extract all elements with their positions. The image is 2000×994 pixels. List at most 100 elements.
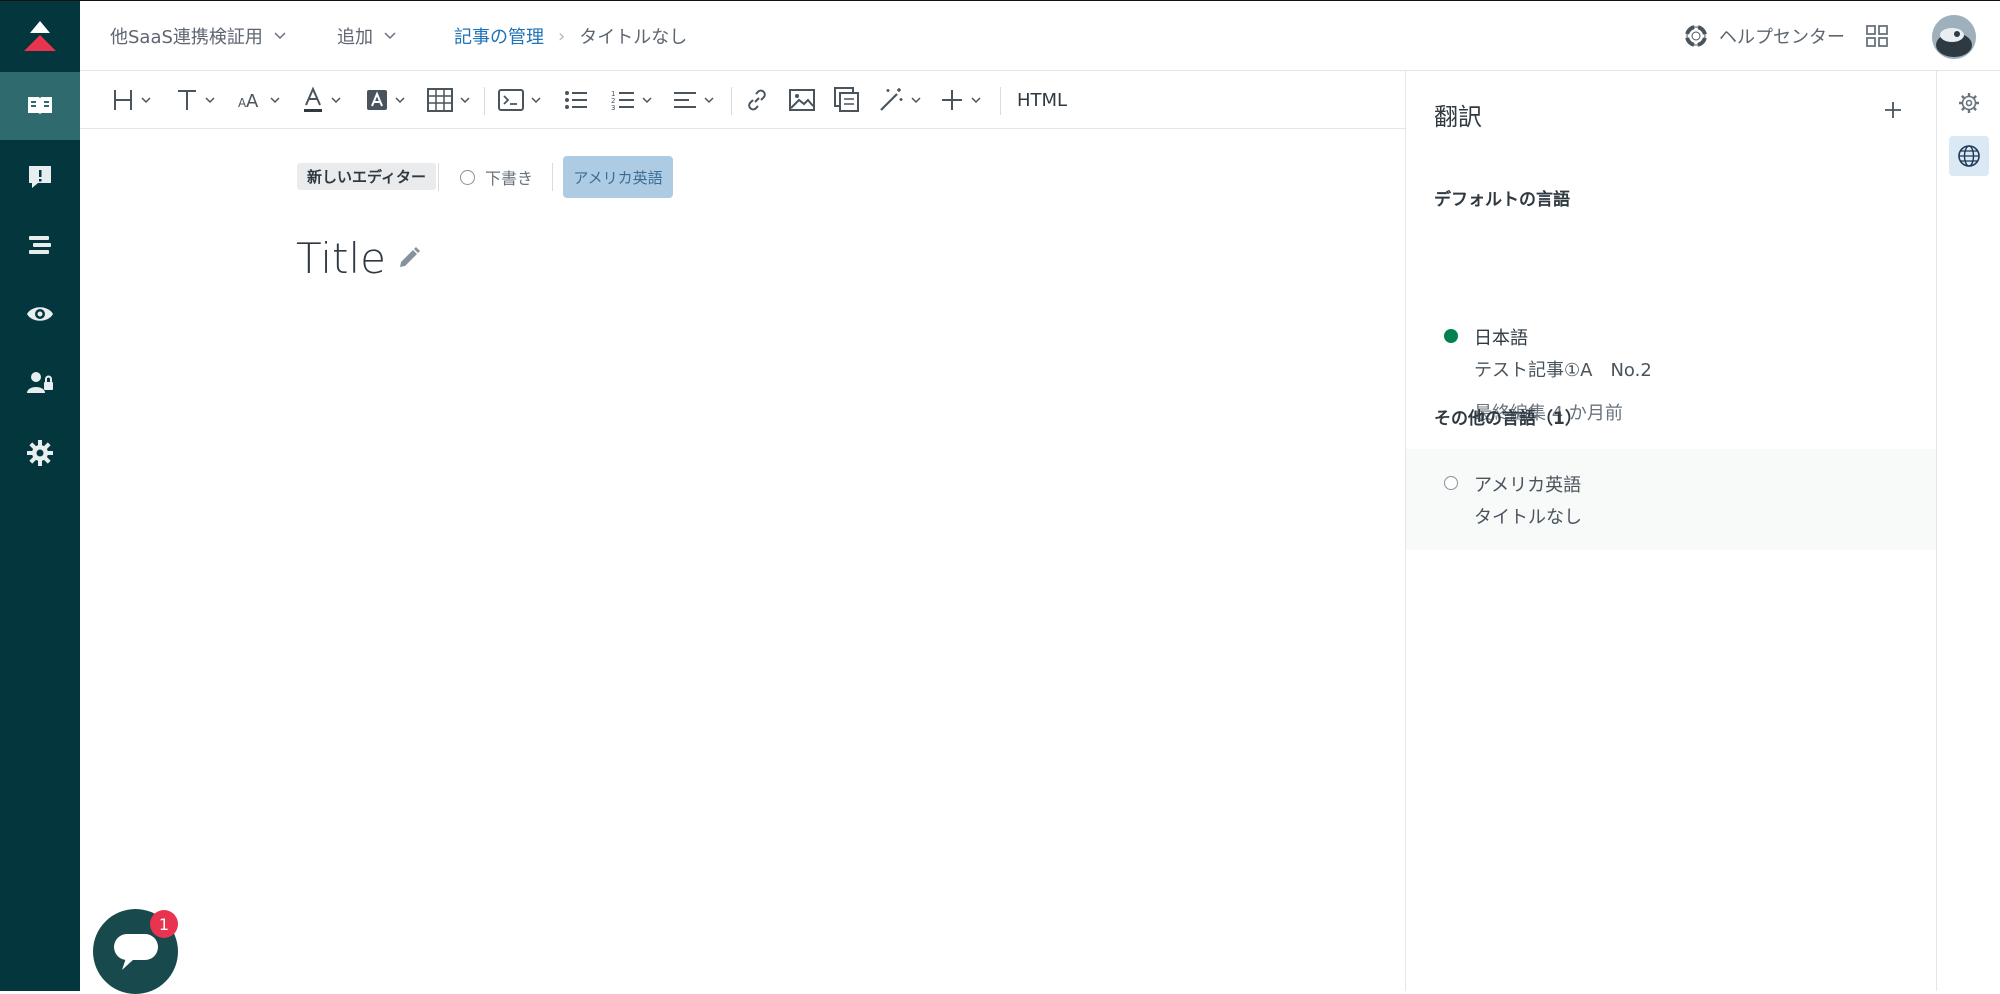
left-navigation: [0, 0, 80, 991]
article-settings-button[interactable]: [1949, 83, 1989, 123]
add-translation-plus-icon[interactable]: [1878, 95, 1908, 125]
plus-icon: [942, 90, 962, 110]
help-center-label: ヘルプセンター: [1719, 27, 1845, 48]
nav-alerts[interactable]: [0, 143, 80, 211]
nav-user-permissions[interactable]: [0, 349, 80, 417]
link-button[interactable]: [744, 71, 770, 129]
image-button[interactable]: [789, 71, 815, 129]
add-label: 追加: [337, 27, 373, 48]
code-block-dropdown[interactable]: [498, 71, 542, 129]
chevron-down-icon: [911, 97, 921, 104]
gear-outline-icon: [1959, 93, 1979, 113]
add-dropdown[interactable]: 追加: [337, 1, 397, 71]
align-left-icon: [674, 92, 696, 108]
chevron-down-icon: [205, 97, 215, 104]
breadcrumb-separator-icon: ›: [558, 25, 566, 47]
chevron-down-icon: [395, 97, 405, 104]
workspace-label: 他SaaS連携検証用: [110, 27, 263, 48]
chevron-down-icon: [270, 97, 280, 104]
draft-status-circle-icon: [460, 169, 475, 185]
nav-settings[interactable]: [0, 419, 80, 487]
translations-panel-title: 翻訳: [1434, 103, 1482, 131]
breadcrumb-current: タイトルなし: [579, 27, 688, 48]
book-icon: [28, 97, 52, 115]
magic-wand-icon: [880, 88, 903, 111]
user-lock-icon: [27, 372, 53, 393]
meta-divider: [552, 163, 553, 191]
code-block-icon: [498, 89, 524, 111]
default-language-heading: デフォルトの言語: [1434, 190, 1570, 210]
chevron-down-icon: [704, 97, 714, 104]
top-header: 他SaaS連携検証用 追加 記事の管理 › タイトルなし ヘルプセンター: [80, 0, 2000, 71]
chat-bubble-icon: [113, 933, 158, 970]
heading-dropdown[interactable]: [112, 71, 152, 129]
new-editor-badge: 新しいエディター: [297, 163, 436, 190]
insert-dropdown[interactable]: [940, 71, 982, 129]
font-size-dropdown[interactable]: AA: [237, 71, 281, 129]
text-color-dropdown[interactable]: [302, 71, 342, 129]
table-icon: [427, 88, 453, 112]
toolbar-divider: [731, 87, 732, 115]
default-language-article-title: テスト記事①A No.2: [1474, 360, 1652, 381]
numbered-list-dropdown[interactable]: 123: [611, 71, 653, 129]
article-title-field[interactable]: Title: [296, 228, 422, 288]
chevron-down-icon: [460, 97, 470, 104]
table-dropdown[interactable]: [427, 71, 471, 129]
alert-message-icon: [29, 166, 51, 188]
other-language-item[interactable]: アメリカ英語 タイトルなし: [1406, 449, 1936, 550]
content-block-icon: [834, 87, 859, 112]
translations-button[interactable]: [1949, 136, 1989, 176]
link-icon: [748, 89, 766, 111]
bulleted-list-icon: [565, 91, 587, 109]
highlight-color-dropdown[interactable]: [366, 71, 406, 129]
breadcrumb: 記事の管理 › タイトルなし: [454, 1, 687, 71]
other-language-article-title: タイトルなし: [1474, 507, 1582, 528]
svg-text:3: 3: [611, 104, 615, 111]
draft-status-label: 下書き: [485, 169, 534, 188]
chevron-down-icon: [331, 97, 341, 104]
nav-preview[interactable]: [0, 280, 80, 348]
guide-logo[interactable]: [0, 1, 80, 71]
meta-divider: [438, 163, 439, 191]
chevron-down-icon: [141, 97, 151, 104]
product-tray-button[interactable]: [1864, 1, 1890, 71]
other-language-name: アメリカ英語: [1474, 475, 1582, 496]
text-color-icon: [304, 86, 322, 112]
chevron-down-icon: [384, 32, 396, 40]
nav-arrange[interactable]: [0, 211, 80, 279]
pencil-icon: [400, 247, 421, 267]
font-size-icon: AA: [238, 91, 259, 112]
toolbar-divider: [1000, 87, 1001, 115]
guide-logo-icon: [24, 21, 56, 51]
editor-toolbar: AA 123 HTML: [80, 71, 1405, 129]
translations-panel: 翻訳 デフォルトの言語 日本語 テスト記事①A No.2 最終編集 4 か月前 …: [1405, 71, 1937, 991]
bulleted-list-button[interactable]: [564, 71, 588, 129]
chevron-down-icon: [274, 32, 286, 40]
text-style-dropdown[interactable]: [176, 71, 216, 129]
workspace-dropdown[interactable]: 他SaaS連携検証用: [110, 1, 287, 71]
image-icon: [789, 89, 815, 111]
nav-knowledge-base[interactable]: [0, 72, 80, 140]
breadcrumb-manage-articles[interactable]: 記事の管理: [454, 23, 544, 49]
html-source-button[interactable]: HTML: [1017, 71, 1067, 129]
lifebuoy-icon: [1685, 25, 1707, 47]
user-avatar[interactable]: [1932, 15, 1976, 59]
ai-tools-dropdown[interactable]: [878, 71, 922, 129]
text-style-icon: [178, 90, 196, 110]
heading-icon: [114, 90, 132, 110]
alignment-dropdown[interactable]: [673, 71, 715, 129]
help-center-link[interactable]: ヘルプセンター: [1685, 1, 1845, 71]
highlight-icon: [367, 90, 387, 110]
default-language-item[interactable]: 日本語 テスト記事①A No.2 最終編集 4 か月前: [1406, 241, 1936, 424]
unpublished-circle-icon: [1444, 476, 1458, 490]
other-languages-heading: その他の言語（1）: [1434, 409, 1582, 429]
content-block-button[interactable]: [834, 71, 860, 129]
apps-grid-icon: [1866, 25, 1888, 47]
article-title-placeholder: Title: [296, 233, 387, 283]
published-dot-icon: [1444, 329, 1458, 343]
globe-icon: [1958, 145, 1980, 167]
chevron-down-icon: [531, 97, 541, 104]
current-language-button[interactable]: アメリカ英語: [563, 156, 673, 198]
arrange-content-icon: [29, 236, 51, 254]
gear-icon: [27, 440, 53, 466]
